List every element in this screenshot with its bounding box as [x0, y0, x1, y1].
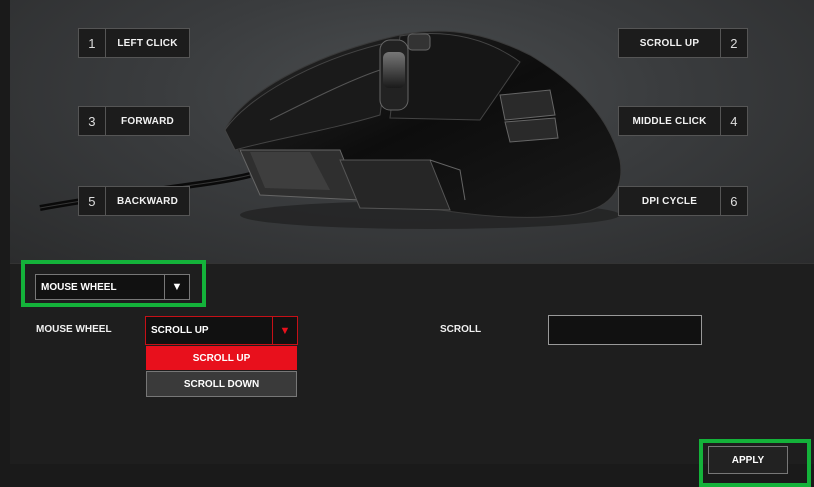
triangle-down-icon: ▼ [272, 317, 297, 344]
button-action-label: BACKWARD [106, 186, 190, 216]
button-map-1[interactable]: 1 LEFT CLICK [78, 28, 190, 58]
button-action-label: FORWARD [106, 106, 190, 136]
button-number: 3 [78, 106, 106, 136]
button-map-3[interactable]: 3 FORWARD [78, 106, 190, 136]
triangle-down-icon: ▼ [164, 275, 189, 299]
button-number: 5 [78, 186, 106, 216]
dropdown-option-scroll-up[interactable]: SCROLL UP [146, 346, 297, 370]
scroll-input[interactable] [548, 315, 702, 345]
button-map-5[interactable]: 5 BACKWARD [78, 186, 190, 216]
button-map-6[interactable]: DPI CYCLE 6 [618, 186, 748, 216]
dropdown-option-scroll-down[interactable]: SCROLL DOWN [146, 371, 297, 397]
wheel-action-value: SCROLL UP [151, 325, 209, 336]
button-map-panel: 1 LEFT CLICK SCROLL UP 2 3 FORWARD MIDDL… [10, 0, 814, 263]
button-action-label: MIDDLE CLICK [618, 106, 720, 136]
wheel-action-select[interactable]: SCROLL UP ▼ [145, 316, 298, 345]
button-map-4[interactable]: MIDDLE CLICK 4 [618, 106, 748, 136]
mouse-wheel-label: MOUSE WHEEL [36, 324, 112, 335]
button-action-label: DPI CYCLE [618, 186, 720, 216]
button-action-label: LEFT CLICK [106, 28, 190, 58]
button-number: 4 [720, 106, 748, 136]
button-number: 1 [78, 28, 106, 58]
apply-button[interactable]: APPLY [708, 446, 788, 474]
button-map-2[interactable]: SCROLL UP 2 [618, 28, 748, 58]
button-number: 2 [720, 28, 748, 58]
mode-select-value: MOUSE WHEEL [41, 281, 117, 293]
mode-select[interactable]: MOUSE WHEEL ▼ [35, 274, 190, 300]
button-action-label: SCROLL UP [618, 28, 720, 58]
scroll-label: SCROLL [440, 324, 482, 335]
button-number: 6 [720, 186, 748, 216]
